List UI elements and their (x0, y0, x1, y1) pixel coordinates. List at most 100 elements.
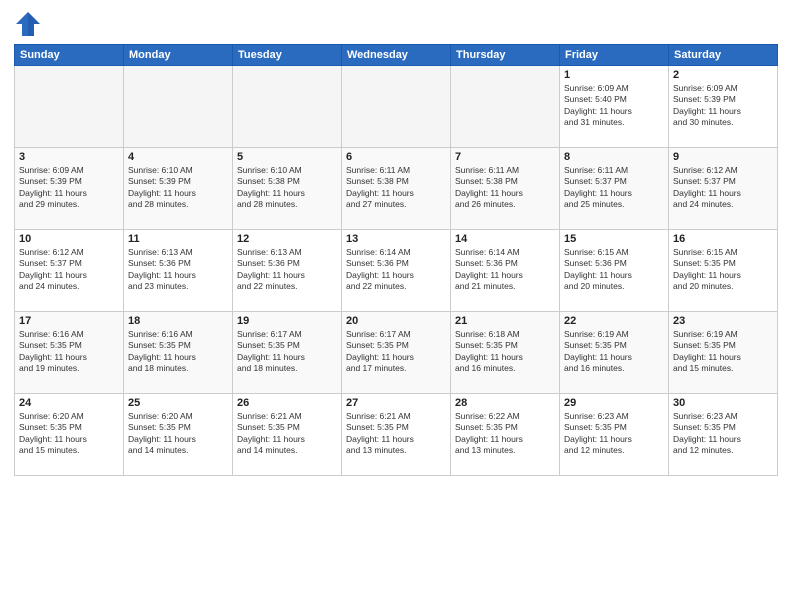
day-number: 27 (346, 397, 446, 409)
day-info: Sunrise: 6:12 AM Sunset: 5:37 PM Dayligh… (19, 247, 119, 293)
weekday-thursday: Thursday (451, 45, 560, 66)
day-info: Sunrise: 6:21 AM Sunset: 5:35 PM Dayligh… (346, 411, 446, 457)
day-info: Sunrise: 6:12 AM Sunset: 5:37 PM Dayligh… (673, 165, 773, 211)
day-cell (451, 66, 560, 148)
day-number: 8 (564, 151, 664, 163)
weekday-header-row: SundayMondayTuesdayWednesdayThursdayFrid… (15, 45, 778, 66)
day-number: 21 (455, 315, 555, 327)
day-cell: 15 Sunrise: 6:15 AM Sunset: 5:36 PM Dayli… (560, 230, 669, 312)
day-cell: 13 Sunrise: 6:14 AM Sunset: 5:36 PM Dayli… (342, 230, 451, 312)
day-cell: 22 Sunrise: 6:19 AM Sunset: 5:35 PM Dayli… (560, 312, 669, 394)
day-number: 12 (237, 233, 337, 245)
day-info: Sunrise: 6:20 AM Sunset: 5:35 PM Dayligh… (19, 411, 119, 457)
day-info: Sunrise: 6:13 AM Sunset: 5:36 PM Dayligh… (237, 247, 337, 293)
day-number: 18 (128, 315, 228, 327)
weekday-saturday: Saturday (669, 45, 778, 66)
day-info: Sunrise: 6:23 AM Sunset: 5:35 PM Dayligh… (673, 411, 773, 457)
day-cell: 3 Sunrise: 6:09 AM Sunset: 5:39 PM Daylig… (15, 148, 124, 230)
day-number: 24 (19, 397, 119, 409)
day-cell: 29Sunrise: 6:23 AM Sunset: 5:35 PM Dayli… (560, 394, 669, 476)
day-cell: 4Sunrise: 6:10 AM Sunset: 5:39 PM Daylig… (124, 148, 233, 230)
calendar-table: SundayMondayTuesdayWednesdayThursdayFrid… (14, 44, 778, 476)
day-cell: 12 Sunrise: 6:13 AM Sunset: 5:36 PM Dayli… (233, 230, 342, 312)
day-info: Sunrise: 6:15 AM Sunset: 5:36 PM Dayligh… (564, 247, 664, 293)
day-number: 1 (564, 69, 664, 81)
day-number: 14 (455, 233, 555, 245)
day-number: 7 (455, 151, 555, 163)
week-row-1: 1 Sunrise: 6:09 AM Sunset: 5:40 PM Daylig… (15, 66, 778, 148)
day-cell: 9 Sunrise: 6:12 AM Sunset: 5:37 PM Daylig… (669, 148, 778, 230)
day-info: Sunrise: 6:09 AM Sunset: 5:40 PM Dayligh… (564, 83, 664, 129)
logo (14, 10, 46, 38)
day-info: Sunrise: 6:09 AM Sunset: 5:39 PM Dayligh… (673, 83, 773, 129)
logo-icon (14, 10, 42, 38)
day-info: Sunrise: 6:14 AM Sunset: 5:36 PM Dayligh… (346, 247, 446, 293)
day-cell: 2 Sunrise: 6:09 AM Sunset: 5:39 PM Daylig… (669, 66, 778, 148)
day-cell (124, 66, 233, 148)
day-cell: 8 Sunrise: 6:11 AM Sunset: 5:37 PM Daylig… (560, 148, 669, 230)
day-info: Sunrise: 6:15 AM Sunset: 5:35 PM Dayligh… (673, 247, 773, 293)
day-number: 20 (346, 315, 446, 327)
day-number: 6 (346, 151, 446, 163)
day-cell: 1 Sunrise: 6:09 AM Sunset: 5:40 PM Daylig… (560, 66, 669, 148)
day-info: Sunrise: 6:21 AM Sunset: 5:35 PM Dayligh… (237, 411, 337, 457)
day-number: 11 (128, 233, 228, 245)
day-info: Sunrise: 6:11 AM Sunset: 5:38 PM Dayligh… (346, 165, 446, 211)
day-info: Sunrise: 6:11 AM Sunset: 5:37 PM Dayligh… (564, 165, 664, 211)
day-cell: 26 Sunrise: 6:21 AM Sunset: 5:35 PM Dayli… (233, 394, 342, 476)
day-cell: 10 Sunrise: 6:12 AM Sunset: 5:37 PM Dayli… (15, 230, 124, 312)
day-number: 23 (673, 315, 773, 327)
page: SundayMondayTuesdayWednesdayThursdayFrid… (0, 0, 792, 612)
day-cell: 17 Sunrise: 6:16 AM Sunset: 5:35 PM Dayli… (15, 312, 124, 394)
day-info: Sunrise: 6:09 AM Sunset: 5:39 PM Dayligh… (19, 165, 119, 211)
week-row-4: 17 Sunrise: 6:16 AM Sunset: 5:35 PM Dayli… (15, 312, 778, 394)
day-cell: 18 Sunrise: 6:16 AM Sunset: 5:35 PM Dayli… (124, 312, 233, 394)
day-number: 28 (455, 397, 555, 409)
day-number: 2 (673, 69, 773, 81)
day-info: Sunrise: 6:22 AM Sunset: 5:35 PM Dayligh… (455, 411, 555, 457)
day-info: Sunrise: 6:16 AM Sunset: 5:35 PM Dayligh… (19, 329, 119, 375)
weekday-sunday: Sunday (15, 45, 124, 66)
day-number: 25 (128, 397, 228, 409)
day-cell: 28 Sunrise: 6:22 AM Sunset: 5:35 PM Dayli… (451, 394, 560, 476)
day-cell (233, 66, 342, 148)
weekday-monday: Monday (124, 45, 233, 66)
day-number: 3 (19, 151, 119, 163)
day-cell: 30 Sunrise: 6:23 AM Sunset: 5:35 PM Dayli… (669, 394, 778, 476)
day-number: 26 (237, 397, 337, 409)
day-number: 9 (673, 151, 773, 163)
day-number: 13 (346, 233, 446, 245)
day-cell: 21Sunrise: 6:18 AM Sunset: 5:35 PM Dayli… (451, 312, 560, 394)
day-info: Sunrise: 6:17 AM Sunset: 5:35 PM Dayligh… (237, 329, 337, 375)
day-cell (342, 66, 451, 148)
day-cell: 7 Sunrise: 6:11 AM Sunset: 5:38 PM Daylig… (451, 148, 560, 230)
day-number: 15 (564, 233, 664, 245)
day-info: Sunrise: 6:16 AM Sunset: 5:35 PM Dayligh… (128, 329, 228, 375)
day-number: 29 (564, 397, 664, 409)
weekday-wednesday: Wednesday (342, 45, 451, 66)
day-cell: 24 Sunrise: 6:20 AM Sunset: 5:35 PM Dayli… (15, 394, 124, 476)
day-cell: 5Sunrise: 6:10 AM Sunset: 5:38 PM Daylig… (233, 148, 342, 230)
week-row-2: 3 Sunrise: 6:09 AM Sunset: 5:39 PM Daylig… (15, 148, 778, 230)
day-cell: 27 Sunrise: 6:21 AM Sunset: 5:35 PM Dayli… (342, 394, 451, 476)
day-info: Sunrise: 6:14 AM Sunset: 5:36 PM Dayligh… (455, 247, 555, 293)
day-cell: 20Sunrise: 6:17 AM Sunset: 5:35 PM Dayli… (342, 312, 451, 394)
day-number: 4 (128, 151, 228, 163)
weekday-friday: Friday (560, 45, 669, 66)
day-number: 10 (19, 233, 119, 245)
day-cell: 6 Sunrise: 6:11 AM Sunset: 5:38 PM Daylig… (342, 148, 451, 230)
day-info: Sunrise: 6:19 AM Sunset: 5:35 PM Dayligh… (564, 329, 664, 375)
week-row-3: 10 Sunrise: 6:12 AM Sunset: 5:37 PM Dayli… (15, 230, 778, 312)
week-row-5: 24 Sunrise: 6:20 AM Sunset: 5:35 PM Dayli… (15, 394, 778, 476)
day-cell: 14 Sunrise: 6:14 AM Sunset: 5:36 PM Dayli… (451, 230, 560, 312)
day-info: Sunrise: 6:11 AM Sunset: 5:38 PM Dayligh… (455, 165, 555, 211)
day-info: Sunrise: 6:20 AM Sunset: 5:35 PM Dayligh… (128, 411, 228, 457)
day-number: 17 (19, 315, 119, 327)
day-cell: 11Sunrise: 6:13 AM Sunset: 5:36 PM Dayli… (124, 230, 233, 312)
day-number: 19 (237, 315, 337, 327)
day-number: 22 (564, 315, 664, 327)
day-cell: 16Sunrise: 6:15 AM Sunset: 5:35 PM Dayli… (669, 230, 778, 312)
day-cell: 23Sunrise: 6:19 AM Sunset: 5:35 PM Dayli… (669, 312, 778, 394)
day-info: Sunrise: 6:10 AM Sunset: 5:38 PM Dayligh… (237, 165, 337, 211)
day-number: 30 (673, 397, 773, 409)
